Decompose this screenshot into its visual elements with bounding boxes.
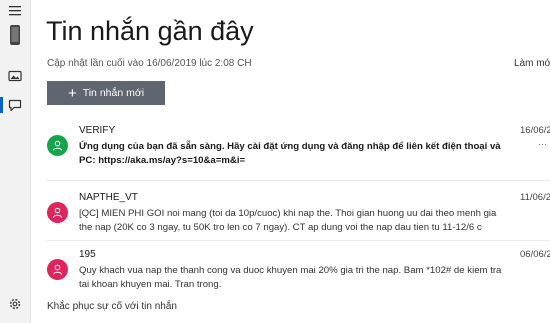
message-thread[interactable]: 195 Quy khach vua nap the thanh cong va … — [47, 249, 550, 293]
phone-icon[interactable] — [5, 23, 25, 47]
person-icon — [53, 264, 62, 275]
divider — [47, 180, 550, 181]
new-message-label: Tin nhắn mới — [82, 87, 145, 99]
avatar — [47, 259, 68, 280]
sidebar — [0, 0, 31, 323]
gear-icon[interactable] — [5, 294, 25, 314]
avatar — [47, 202, 68, 223]
message-thread[interactable]: VERIFY Ứng dụng của bạn đã sẵn sàng. Hãy… — [47, 125, 550, 175]
message-date: 16/06/2019 — [520, 125, 550, 136]
hamburger-menu-icon[interactable] — [5, 1, 25, 21]
new-message-button[interactable]: + Tin nhắn mới — [47, 81, 165, 105]
last-updated-text: Cập nhật lần cuối vào 16/06/2019 lúc 2:0… — [47, 58, 252, 69]
avatar — [47, 135, 68, 156]
message-sender: NAPTHE_VT — [79, 192, 138, 203]
message-date: 11/06/2019 — [520, 192, 550, 203]
message-preview: Quy khach vua nap the thanh cong va duoc… — [79, 265, 502, 290]
refresh-link[interactable]: Làm mới — [514, 58, 550, 69]
person-icon — [53, 207, 62, 218]
divider — [47, 240, 550, 241]
page-title: Tin nhắn gần đây — [46, 16, 254, 46]
messages-pane: Tin nhắn gần đây Cập nhật lần cuối vào 1… — [30, 0, 550, 323]
person-icon — [53, 140, 62, 151]
more-options-icon[interactable]: ··· — [538, 139, 547, 149]
message-thread[interactable]: NAPTHE_VT [QC] MIEN PHI GOI noi mang (to… — [47, 192, 550, 240]
troubleshoot-link[interactable]: Khắc phục sự cố với tin nhắn — [47, 301, 177, 312]
message-date: 06/06/2019 — [520, 249, 550, 260]
messages-nav-button[interactable] — [0, 95, 25, 115]
message-preview: Ứng dụng của bạn đã sẵn sàng. Hãy cài đặ… — [79, 141, 501, 166]
plus-icon: + — [67, 84, 77, 102]
photos-icon[interactable] — [5, 66, 25, 86]
message-sender: VERIFY — [79, 125, 116, 136]
message-preview: [QC] MIEN PHI GOI noi mang (toi da 10p/c… — [79, 208, 497, 233]
chat-icon — [8, 99, 22, 111]
message-sender: 195 — [79, 249, 96, 260]
